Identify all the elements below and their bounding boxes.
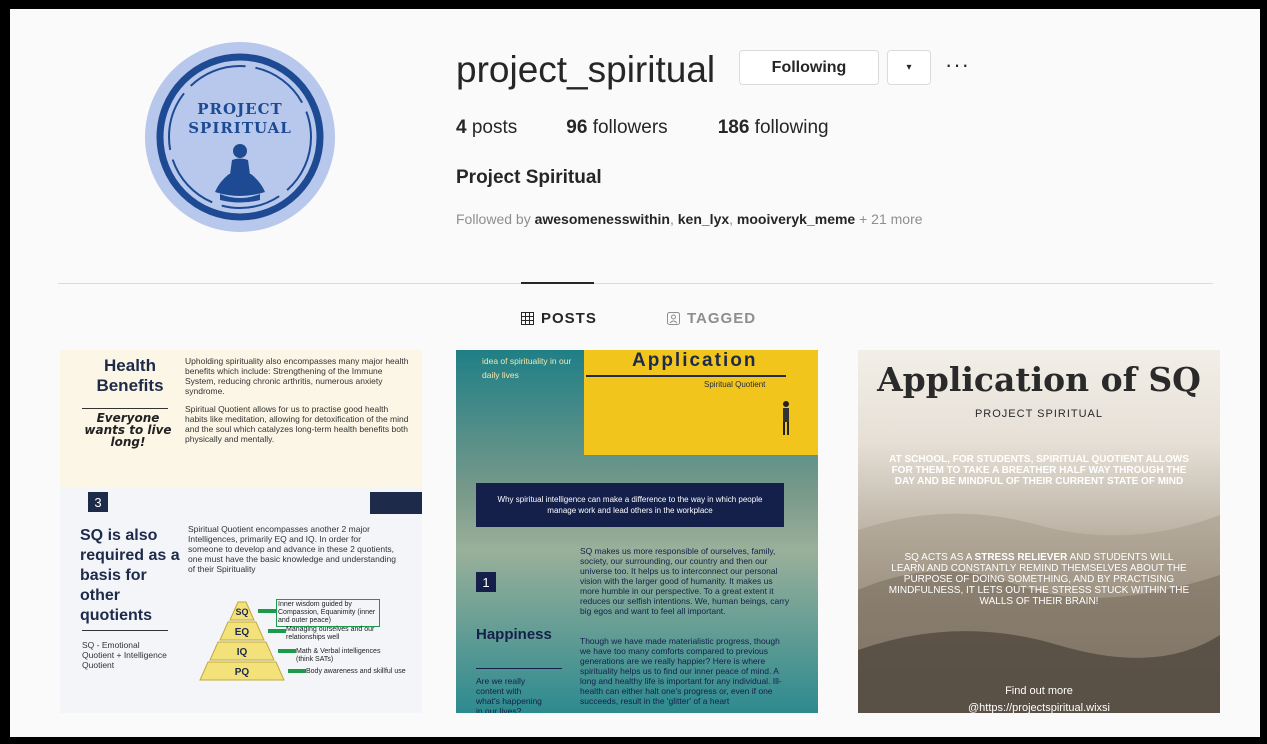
post1-title: Health Benefits	[80, 356, 180, 396]
post-tile-application[interactable]: idea of spirituality in our daily lives …	[456, 350, 818, 713]
post3-paragraph1: AT SCHOOL, FOR STUDENTS, SPIRITUAL QUOTI…	[889, 454, 1189, 487]
following-stat[interactable]: 186 following	[718, 117, 829, 139]
post2-title: Application	[632, 350, 758, 371]
caret-down-icon: ▾	[906, 62, 912, 73]
follower-link-1[interactable]: awesomenesswithin	[535, 211, 670, 227]
post2-body1: SQ makes us more responsible of ourselve…	[580, 546, 790, 616]
tabs-divider	[58, 283, 1213, 284]
post-tile-health-benefits[interactable]: Health Benefits Everyone wants to live l…	[60, 350, 422, 713]
followed-by-more[interactable]: + 21 more	[859, 211, 922, 227]
suggestions-dropdown-button[interactable]: ▾	[887, 50, 931, 85]
post1-paragraph1: Upholding spirituality also encompasses …	[185, 356, 409, 396]
post2-heading-rule	[476, 668, 562, 669]
pyramid-level-sq: SQ	[235, 607, 248, 617]
post1-quote: Everyone wants to live long!	[84, 411, 172, 449]
pyramid-note-pq: Body awareness and skillful use	[306, 668, 406, 675]
profile-stats: 4 posts 96 followers 186 following	[456, 117, 829, 139]
pyramid-note-sq: Inner wisdom guided by Compassion, Equan…	[276, 599, 380, 627]
post1-paragraph3: Spiritual Quotient encompasses another 2…	[188, 524, 396, 574]
follower-link-3[interactable]: mooiveryk_meme	[737, 211, 855, 227]
post2-body2: Though we have made materialistic progre…	[580, 636, 782, 706]
following-button[interactable]: Following	[739, 50, 879, 85]
post1-heading-rule	[82, 630, 168, 631]
tab-tagged-label: TAGGED	[687, 310, 757, 327]
followed-by-prefix: Followed by	[456, 211, 531, 227]
followed-by-text[interactable]: Followed by awesomenesswithin, ken_lyx, …	[456, 211, 923, 227]
follower-link-2[interactable]: ken_lyx	[678, 211, 729, 227]
post3-subtitle: PROJECT SPIRITUAL	[974, 408, 1104, 420]
active-tab-indicator	[521, 282, 594, 284]
posts-label: posts	[471, 117, 518, 138]
post2-number-badge: 1	[476, 572, 496, 592]
profile-avatar[interactable]: PROJECT SPIRITUAL	[145, 42, 335, 232]
followers-stat[interactable]: 96 followers	[566, 117, 667, 139]
post1-title-line1: Health	[104, 356, 156, 375]
avatar-logo-graphic	[156, 53, 324, 221]
post3-para2-start: SQ ACTS AS A	[904, 552, 972, 563]
post2-heading: Happiness	[476, 626, 552, 643]
following-label: following	[754, 117, 829, 138]
post1-paragraph2: Spiritual Quotient allows for us to prac…	[185, 404, 409, 444]
walking-person-figure	[783, 401, 789, 435]
post1-heading: SQ is also required as a basis for other…	[80, 527, 180, 624]
followers-count: 96	[566, 117, 588, 138]
pyramid-level-eq: EQ	[235, 627, 250, 638]
post3-footer-line2: @https://projectspiritual.wixsi	[968, 702, 1110, 713]
avatar-text-line1: PROJECT	[197, 100, 283, 118]
post3-paragraph2: SQ ACTS AS A STRESS RELIEVER AND STUDENT…	[888, 552, 1190, 607]
post2-subtitle: Spiritual Quotient	[704, 380, 766, 389]
followers-label: followers	[592, 117, 668, 138]
post2-side-question: Are we really content with what's happen…	[476, 676, 542, 713]
profile-full-name: Project Spiritual	[456, 167, 602, 188]
post2-title-rule	[586, 375, 786, 377]
post3-para2-emphasis: STRESS RELIEVER	[974, 552, 1068, 563]
post3-title: Application of SQ	[877, 360, 1201, 399]
pyramid-note-eq: Managing ourselves and our relationships…	[286, 626, 375, 641]
more-options-icon[interactable]: ···	[945, 54, 970, 76]
pyramid-level-iq: IQ	[237, 647, 248, 658]
pyramid-level-pq: PQ	[235, 667, 250, 678]
post2-side-text: idea of spirituality in our daily lives	[482, 356, 572, 380]
avatar-text-line2: SPIRITUAL	[188, 119, 292, 137]
post3-footer-line1: Find out more	[1005, 685, 1073, 697]
profile-username: project_spiritual	[456, 49, 716, 90]
following-count: 186	[717, 117, 750, 138]
tab-posts-label: POSTS	[541, 310, 597, 327]
profile-page: PROJECT SPIRITUAL project_spiritual Foll…	[10, 9, 1260, 737]
tagged-icon	[667, 312, 680, 325]
tab-posts[interactable]: POSTS	[521, 310, 597, 327]
tab-tagged[interactable]: TAGGED	[667, 310, 756, 327]
post2-banner: Why spiritual intelligence can make a di…	[476, 483, 784, 527]
post3-mountains	[858, 513, 1220, 713]
post1-corner-block	[370, 492, 422, 514]
post1-legend: SQ - Emotional Quotient + Intelligence Q…	[82, 640, 167, 670]
post-tile-application-of-sq[interactable]: Application of SQ PROJECT SPIRITUAL AT S…	[858, 350, 1220, 713]
post1-number-badge: 3	[88, 492, 108, 512]
post1-title-rule	[82, 408, 168, 409]
posts-count-stat: 4 posts	[456, 117, 517, 139]
posts-count: 4	[456, 117, 467, 138]
grid-icon	[521, 312, 534, 325]
pyramid-note-iq: Math & Verbal intelligences (think SATs)	[296, 648, 381, 663]
post1-title-line2: Benefits	[96, 376, 164, 395]
